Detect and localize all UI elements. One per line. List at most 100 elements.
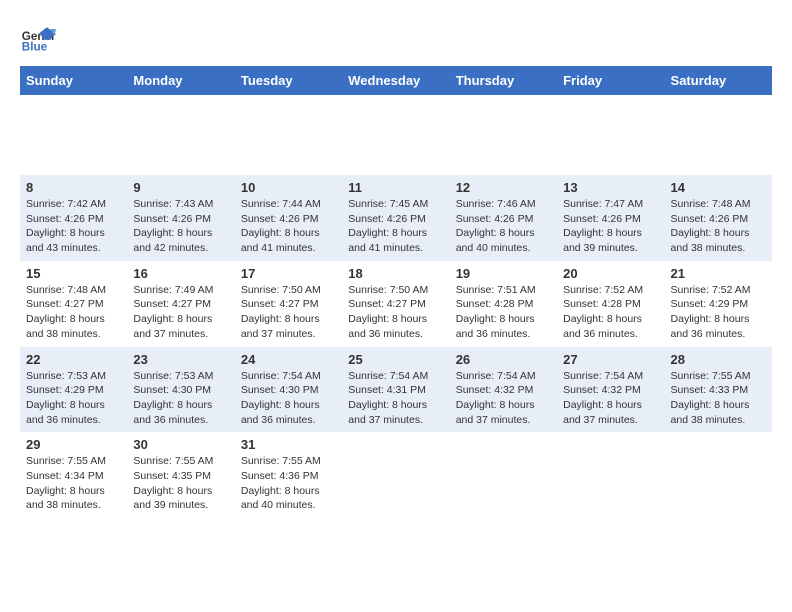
day-number: 27 xyxy=(563,352,658,367)
calendar-cell: 30 Sunrise: 7:55 AMSunset: 4:35 PMDaylig… xyxy=(127,432,234,518)
calendar-cell xyxy=(557,432,664,518)
day-info: Sunrise: 7:54 AMSunset: 4:32 PMDaylight:… xyxy=(563,370,643,426)
day-info: Sunrise: 7:43 AMSunset: 4:26 PMDaylight:… xyxy=(133,198,213,254)
calendar-cell: 29 Sunrise: 7:55 AMSunset: 4:34 PMDaylig… xyxy=(20,432,127,518)
day-info: Sunrise: 7:53 AMSunset: 4:29 PMDaylight:… xyxy=(26,370,106,426)
day-number: 10 xyxy=(241,180,336,195)
header-sunday: Sunday xyxy=(20,66,127,95)
day-info: Sunrise: 7:54 AMSunset: 4:32 PMDaylight:… xyxy=(456,370,536,426)
calendar-cell: 14 Sunrise: 7:48 AMSunset: 4:26 PMDaylig… xyxy=(665,175,772,261)
day-number: 29 xyxy=(26,437,121,452)
day-info: Sunrise: 7:51 AMSunset: 4:28 PMDaylight:… xyxy=(456,284,536,340)
day-number: 15 xyxy=(26,266,121,281)
day-info: Sunrise: 7:55 AMSunset: 4:34 PMDaylight:… xyxy=(26,455,106,511)
day-number: 23 xyxy=(133,352,228,367)
calendar-week-row xyxy=(20,95,772,175)
day-number: 25 xyxy=(348,352,443,367)
calendar-cell xyxy=(235,95,342,175)
day-info: Sunrise: 7:52 AMSunset: 4:28 PMDaylight:… xyxy=(563,284,643,340)
day-info: Sunrise: 7:55 AMSunset: 4:35 PMDaylight:… xyxy=(133,455,213,511)
calendar-cell: 12 Sunrise: 7:46 AMSunset: 4:26 PMDaylig… xyxy=(450,175,557,261)
day-number: 28 xyxy=(671,352,766,367)
day-number: 11 xyxy=(348,180,443,195)
calendar-cell: 27 Sunrise: 7:54 AMSunset: 4:32 PMDaylig… xyxy=(557,347,664,433)
calendar-cell: 19 Sunrise: 7:51 AMSunset: 4:28 PMDaylig… xyxy=(450,261,557,347)
calendar-cell: 26 Sunrise: 7:54 AMSunset: 4:32 PMDaylig… xyxy=(450,347,557,433)
calendar-cell: 10 Sunrise: 7:44 AMSunset: 4:26 PMDaylig… xyxy=(235,175,342,261)
day-info: Sunrise: 7:55 AMSunset: 4:36 PMDaylight:… xyxy=(241,455,321,511)
calendar-table: Sunday Monday Tuesday Wednesday Thursday… xyxy=(20,66,772,518)
calendar-week-row: 29 Sunrise: 7:55 AMSunset: 4:34 PMDaylig… xyxy=(20,432,772,518)
calendar-week-row: 8 Sunrise: 7:42 AMSunset: 4:26 PMDayligh… xyxy=(20,175,772,261)
day-number: 9 xyxy=(133,180,228,195)
calendar-cell xyxy=(665,95,772,175)
day-info: Sunrise: 7:55 AMSunset: 4:33 PMDaylight:… xyxy=(671,370,751,426)
day-info: Sunrise: 7:48 AMSunset: 4:26 PMDaylight:… xyxy=(671,198,751,254)
day-info: Sunrise: 7:54 AMSunset: 4:31 PMDaylight:… xyxy=(348,370,428,426)
day-info: Sunrise: 7:49 AMSunset: 4:27 PMDaylight:… xyxy=(133,284,213,340)
calendar-cell xyxy=(450,95,557,175)
day-info: Sunrise: 7:47 AMSunset: 4:26 PMDaylight:… xyxy=(563,198,643,254)
logo-icon: General Blue xyxy=(20,20,56,56)
day-info: Sunrise: 7:44 AMSunset: 4:26 PMDaylight:… xyxy=(241,198,321,254)
page-header: General Blue xyxy=(20,20,772,56)
calendar-cell: 22 Sunrise: 7:53 AMSunset: 4:29 PMDaylig… xyxy=(20,347,127,433)
day-info: Sunrise: 7:42 AMSunset: 4:26 PMDaylight:… xyxy=(26,198,106,254)
calendar-cell xyxy=(342,432,449,518)
day-number: 17 xyxy=(241,266,336,281)
calendar-cell xyxy=(127,95,234,175)
header-saturday: Saturday xyxy=(665,66,772,95)
calendar-cell: 20 Sunrise: 7:52 AMSunset: 4:28 PMDaylig… xyxy=(557,261,664,347)
calendar-cell: 8 Sunrise: 7:42 AMSunset: 4:26 PMDayligh… xyxy=(20,175,127,261)
calendar-body: 8 Sunrise: 7:42 AMSunset: 4:26 PMDayligh… xyxy=(20,95,772,518)
day-number: 13 xyxy=(563,180,658,195)
calendar-cell: 25 Sunrise: 7:54 AMSunset: 4:31 PMDaylig… xyxy=(342,347,449,433)
calendar-cell: 15 Sunrise: 7:48 AMSunset: 4:27 PMDaylig… xyxy=(20,261,127,347)
day-number: 24 xyxy=(241,352,336,367)
day-number: 26 xyxy=(456,352,551,367)
day-info: Sunrise: 7:50 AMSunset: 4:27 PMDaylight:… xyxy=(241,284,321,340)
day-info: Sunrise: 7:54 AMSunset: 4:30 PMDaylight:… xyxy=(241,370,321,426)
calendar-week-row: 22 Sunrise: 7:53 AMSunset: 4:29 PMDaylig… xyxy=(20,347,772,433)
header-friday: Friday xyxy=(557,66,664,95)
calendar-cell: 21 Sunrise: 7:52 AMSunset: 4:29 PMDaylig… xyxy=(665,261,772,347)
calendar-cell: 9 Sunrise: 7:43 AMSunset: 4:26 PMDayligh… xyxy=(127,175,234,261)
calendar-cell: 24 Sunrise: 7:54 AMSunset: 4:30 PMDaylig… xyxy=(235,347,342,433)
day-number: 21 xyxy=(671,266,766,281)
day-info: Sunrise: 7:52 AMSunset: 4:29 PMDaylight:… xyxy=(671,284,751,340)
header-thursday: Thursday xyxy=(450,66,557,95)
day-number: 31 xyxy=(241,437,336,452)
day-number: 20 xyxy=(563,266,658,281)
calendar-cell: 23 Sunrise: 7:53 AMSunset: 4:30 PMDaylig… xyxy=(127,347,234,433)
day-info: Sunrise: 7:50 AMSunset: 4:27 PMDaylight:… xyxy=(348,284,428,340)
calendar-cell xyxy=(557,95,664,175)
weekday-header-row: Sunday Monday Tuesday Wednesday Thursday… xyxy=(20,66,772,95)
day-info: Sunrise: 7:46 AMSunset: 4:26 PMDaylight:… xyxy=(456,198,536,254)
calendar-cell: 17 Sunrise: 7:50 AMSunset: 4:27 PMDaylig… xyxy=(235,261,342,347)
svg-text:Blue: Blue xyxy=(22,41,48,54)
calendar-week-row: 15 Sunrise: 7:48 AMSunset: 4:27 PMDaylig… xyxy=(20,261,772,347)
calendar-cell: 28 Sunrise: 7:55 AMSunset: 4:33 PMDaylig… xyxy=(665,347,772,433)
calendar-cell: 16 Sunrise: 7:49 AMSunset: 4:27 PMDaylig… xyxy=(127,261,234,347)
calendar-cell xyxy=(342,95,449,175)
header-wednesday: Wednesday xyxy=(342,66,449,95)
day-info: Sunrise: 7:48 AMSunset: 4:27 PMDaylight:… xyxy=(26,284,106,340)
calendar-cell: 11 Sunrise: 7:45 AMSunset: 4:26 PMDaylig… xyxy=(342,175,449,261)
header-tuesday: Tuesday xyxy=(235,66,342,95)
calendar-cell xyxy=(20,95,127,175)
day-number: 12 xyxy=(456,180,551,195)
calendar-cell: 13 Sunrise: 7:47 AMSunset: 4:26 PMDaylig… xyxy=(557,175,664,261)
day-number: 14 xyxy=(671,180,766,195)
logo: General Blue xyxy=(20,20,56,56)
calendar-cell xyxy=(665,432,772,518)
calendar-cell: 31 Sunrise: 7:55 AMSunset: 4:36 PMDaylig… xyxy=(235,432,342,518)
day-number: 16 xyxy=(133,266,228,281)
header-monday: Monday xyxy=(127,66,234,95)
day-number: 18 xyxy=(348,266,443,281)
day-number: 22 xyxy=(26,352,121,367)
day-info: Sunrise: 7:53 AMSunset: 4:30 PMDaylight:… xyxy=(133,370,213,426)
calendar-cell xyxy=(450,432,557,518)
day-info: Sunrise: 7:45 AMSunset: 4:26 PMDaylight:… xyxy=(348,198,428,254)
calendar-cell: 18 Sunrise: 7:50 AMSunset: 4:27 PMDaylig… xyxy=(342,261,449,347)
day-number: 8 xyxy=(26,180,121,195)
